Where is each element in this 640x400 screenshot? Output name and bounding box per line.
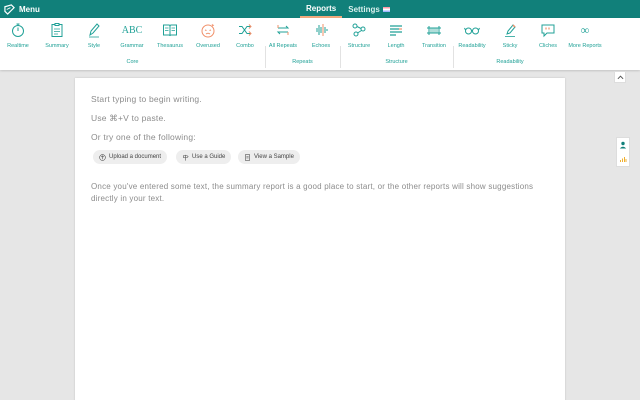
structure-icon <box>352 23 366 37</box>
summary-hint: Once you've entered some text, the summa… <box>91 182 534 203</box>
shuffle-icon <box>239 24 252 36</box>
tool-length[interactable]: Length <box>378 20 414 54</box>
repeat-icon <box>276 25 290 35</box>
glasses-icon <box>464 27 480 35</box>
tool-cliches[interactable]: Cliches <box>530 20 566 54</box>
tool-grammar[interactable]: ABC Grammar <box>114 20 150 54</box>
pen-icon <box>89 23 100 38</box>
tool-style[interactable]: Style <box>76 20 112 54</box>
group-readability-label: Readability <box>496 59 524 65</box>
placeholder-paste: Use ⌘+V to paste. <box>91 113 166 123</box>
sound-wave-icon <box>316 24 328 36</box>
tab-settings[interactable]: Settings <box>342 0 396 18</box>
bar-chart-icon <box>620 157 627 162</box>
tool-realtime[interactable]: Realtime <box>0 20 36 54</box>
tool-sticky[interactable]: Sticky <box>492 20 528 54</box>
user-icon <box>619 141 627 149</box>
tool-thesaurus[interactable]: Thesaurus <box>152 20 188 54</box>
group-repeats-label: Repeats <box>292 59 313 65</box>
group-core-label: Core <box>126 59 139 65</box>
tab-reports[interactable]: Reports <box>300 0 343 18</box>
placeholder-start: Start typing to begin writing. <box>91 94 202 104</box>
tired-face-icon <box>201 23 215 38</box>
tool-summary[interactable]: Summary <box>39 20 75 54</box>
tool-combo[interactable]: Combo <box>227 20 263 54</box>
signpost-icon <box>183 154 189 161</box>
group-structure-label: Structure <box>385 59 408 65</box>
upload-document-button[interactable]: Upload a document <box>93 150 168 164</box>
tool-readability[interactable]: Readability <box>454 20 490 54</box>
bridge-icon <box>427 26 441 35</box>
top-tabs: Reports Settings <box>300 0 396 18</box>
side-panel <box>616 137 630 167</box>
menu-label: Menu <box>19 4 40 14</box>
placeholder-try: Or try one of the following: <box>91 132 196 142</box>
upload-icon <box>99 153 106 161</box>
menu-button[interactable]: Menu <box>4 2 40 16</box>
view-sample-button[interactable]: View a Sample <box>238 150 300 164</box>
tool-overused[interactable]: Overused <box>190 20 226 54</box>
logo-icon <box>4 3 15 15</box>
book-icon <box>163 24 177 37</box>
account-button[interactable] <box>617 138 629 152</box>
use-guide-button[interactable]: Use a Guide <box>176 150 232 164</box>
abc-icon: ABC <box>121 24 143 36</box>
speech-bubble-icon <box>541 24 555 38</box>
length-icon <box>390 25 402 36</box>
tool-all-repeats[interactable]: All Repeats <box>265 20 301 54</box>
document-icon <box>245 153 250 161</box>
tool-structure[interactable]: Structure <box>341 20 377 54</box>
top-bar: Menu Reports Settings <box>0 0 640 18</box>
stats-button[interactable] <box>617 152 629 166</box>
more-icon: ∞ <box>580 22 590 37</box>
tool-more-reports[interactable]: ∞ More Reports <box>566 20 604 54</box>
sticky-pen-icon <box>505 24 516 37</box>
reports-toolbar: Realtime Summary Style ABC Grammar Thesa… <box>0 18 640 70</box>
stopwatch-icon <box>12 23 24 37</box>
collapse-toolbar-button[interactable] <box>614 71 626 83</box>
tool-echoes[interactable]: Echoes <box>303 20 339 54</box>
chevron-up-icon <box>617 74 623 79</box>
tool-transition[interactable]: Transition <box>416 20 452 54</box>
editor-document[interactable]: Start typing to begin writing. Use ⌘+V t… <box>75 78 565 400</box>
clipboard-icon <box>51 23 63 37</box>
flag-icon <box>382 6 390 12</box>
